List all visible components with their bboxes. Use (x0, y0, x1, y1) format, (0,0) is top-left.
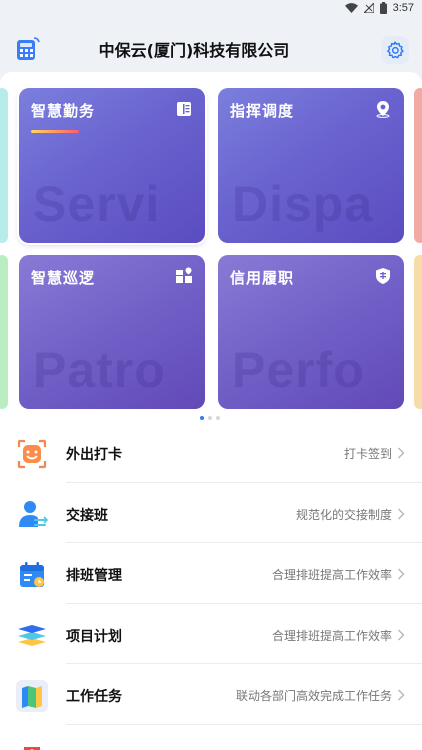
chevron-right-icon (397, 568, 405, 580)
list-item-label: 外出打卡 (66, 447, 122, 463)
list-item-label: 项目计划 (66, 628, 122, 645)
card-title: 智慧勤务 (31, 102, 96, 120)
chevron-right-icon (397, 447, 405, 459)
carousel-dots (200, 416, 220, 420)
location-pin-icon (376, 101, 390, 118)
list-item-desc: 打卡签到 (343, 447, 392, 461)
status-bar: 3:57 (0, 0, 422, 20)
list-item-work-tasks[interactable]: 工作任务 联动各部门高效完成工作任务 (0, 664, 422, 725)
status-time: 3:57 (392, 2, 414, 14)
card-watermark: Servi (33, 176, 161, 232)
card-watermark: Perfo (232, 342, 365, 398)
next-card-peek[interactable] (414, 88, 422, 243)
grid-pin-icon (176, 267, 192, 283)
app-header: 中保云(厦门)科技有限公司 (0, 20, 422, 70)
list-item-desc: 规范化的交接制度 (295, 507, 392, 522)
calendar-icon (20, 562, 44, 587)
ribbon-icon (24, 746, 40, 750)
list-item-handover[interactable]: 交接班 规范化的交接制度 (0, 483, 422, 543)
carousel-dot[interactable] (216, 416, 220, 420)
list-item-desc: 合理排班提高工作效率 (271, 628, 392, 643)
page-title: 中保云(厦门)科技有限公司 (98, 41, 290, 60)
chevron-right-icon (397, 507, 405, 520)
prev-card-peek[interactable] (0, 88, 8, 243)
card-smart-duty[interactable]: 智慧勤务 Servi (19, 88, 205, 243)
carousel-dot-active[interactable] (200, 416, 204, 420)
list-item-label: 工作任务 (66, 689, 122, 705)
list-item-checkin[interactable]: 外出打卡 打卡签到 (0, 422, 422, 483)
card-watermark: Patro (33, 342, 166, 398)
prev-card-peek-2[interactable] (0, 255, 8, 409)
list-item-project-plan[interactable]: 项目计划 合理排班提高工作效率 (0, 604, 422, 664)
status-icons: 3:57 (344, 2, 414, 14)
list-item-desc: 联动各部门高效完成工作任务 (235, 689, 392, 703)
carousel-dot[interactable] (208, 416, 212, 420)
card-smart-patrol[interactable]: 智慧巡逻 Patro (19, 255, 205, 409)
handover-person-icon (19, 500, 49, 527)
shield-icon (376, 268, 390, 284)
list-item-partial[interactable] (0, 725, 422, 750)
layers-icon (18, 624, 46, 646)
signal-icon (363, 3, 374, 13)
card-title: 信用履职 (230, 269, 295, 287)
list-item-label: 排班管理 (66, 568, 122, 584)
main-panel: 智慧勤务 Servi 指挥调度 Dispa 智慧巡逻 Patro 信用履职 Pe… (0, 72, 422, 750)
book-icon (177, 102, 191, 116)
chevron-right-icon (397, 628, 405, 641)
list-item-label: 交接班 (66, 507, 108, 524)
map-icon (16, 680, 48, 712)
card-underline (31, 130, 79, 133)
chevron-right-icon (397, 689, 405, 701)
list-item-desc: 合理排班提高工作效率 (271, 568, 392, 582)
card-command-dispatch[interactable]: 指挥调度 Dispa (218, 88, 404, 243)
checkin-face-icon (17, 439, 47, 469)
wifi-icon (344, 3, 358, 13)
settings-button[interactable] (381, 36, 409, 64)
gear-icon (387, 41, 404, 59)
card-watermark: Dispa (232, 176, 374, 232)
next-card-peek-2[interactable] (414, 255, 422, 409)
list-item-scheduling[interactable]: 排班管理 合理排班提高工作效率 (0, 543, 422, 604)
battery-icon (379, 2, 387, 14)
card-credit-performance[interactable]: 信用履职 Perfo (218, 255, 404, 409)
card-title: 指挥调度 (230, 102, 295, 120)
feature-list: 外出打卡 打卡签到 交接班 规范化的交接制度 排班管理 合理排班提高工作效率 项… (0, 422, 422, 750)
card-title: 智慧巡逻 (31, 269, 96, 287)
